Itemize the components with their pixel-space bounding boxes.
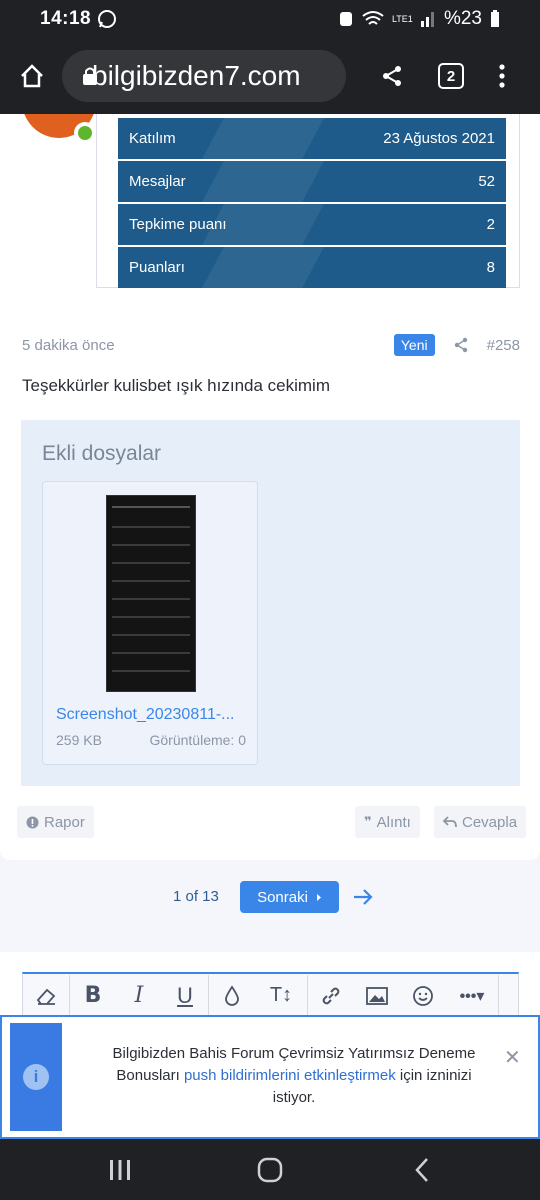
editor-toolbar: B I U T↕ •••▾ [22,972,519,1018]
signal-icon [420,12,434,27]
tab-count: 2 [446,67,456,85]
enable-push-link[interactable]: push bildirimlerini etkinleştirmek [184,1067,396,1084]
quote-button[interactable]: ❞ Alıntı [355,806,420,838]
online-status-icon [74,122,96,144]
post-number[interactable]: #258 [487,337,520,354]
push-notification-prompt: i Bilgibizden Bahis Forum Çevrimsiz Yatı… [0,1015,540,1139]
chevron-right-icon [316,893,321,901]
attachment-name[interactable]: Screenshot_20230811-... [56,706,246,724]
attachment-file[interactable]: Screenshot_20230811-... 259 KB Görüntüle… [42,481,258,765]
status-time: 14:18 [40,8,92,29]
network-label: LTE1 [391,13,413,24]
page-count[interactable]: 1 of 13 [173,888,219,905]
reply-button[interactable]: Cevapla [434,806,527,838]
stat-label: Mesajlar [129,173,186,190]
stat-value: 52 [478,173,495,190]
page-content: Katılım 23 Ağustos 2021 Mesajlar 52 Tepkim… [0,114,540,1138]
stat-row: Puanları 8 [118,247,506,288]
stat-row: Mesajlar 52 [118,161,506,202]
attachment-thumbnail[interactable] [106,495,196,692]
battery-icon [491,10,499,27]
stat-value: 23 Ağustos 2021 [383,130,495,147]
reply-label: Cevapla [462,813,518,831]
new-badge: Yeni [393,334,435,356]
stat-label: Tepkime puanı [129,216,227,233]
info-icon: i [23,1064,49,1090]
post-time[interactable]: 5 dakika önce [22,337,115,354]
bold-icon[interactable]: B [70,976,116,1016]
post-body: Teşekkürler kulisbet ışık hızında cekimi… [22,376,330,395]
report-icon [26,816,39,828]
report-label: Rapor [44,813,85,831]
tab-switcher-button[interactable]: 2 [438,63,464,89]
italic-icon[interactable]: I [116,976,162,1016]
whatsapp-icon [98,10,117,28]
underline-icon[interactable]: U [162,976,208,1016]
stat-value: 8 [486,259,495,276]
quote-icon: ❞ [364,814,372,829]
url-text: bilgibizden7.com [92,60,301,91]
attachments-block: Ekli dosyalar Screenshot_20230811-... 25… [21,420,520,786]
color-drop-icon[interactable] [209,976,255,1016]
attachment-views: Görüntüleme: 0 [149,732,247,748]
stat-row: Tepkime puanı 2 [118,204,506,245]
browser-toolbar: bilgibizden7.com 2 [0,38,540,114]
notification-side-panel: i [10,1023,62,1131]
next-page-label: Sonraki [257,888,308,906]
status-bar: 14:18 LTE1 %23 [0,0,540,38]
link-icon[interactable] [308,976,354,1016]
more-menu-icon[interactable] [494,62,510,90]
back-icon[interactable] [412,1157,432,1183]
post-actions: Rapor ❞ Alıntı Cevapla [0,806,540,838]
close-icon[interactable]: ✕ [504,1045,521,1070]
user-stats-table: Katılım 23 Ağustos 2021 Mesajlar 52 Tepkim… [118,118,506,290]
share-icon[interactable] [378,62,406,90]
post-card: Katılım 23 Ağustos 2021 Mesajlar 52 Tepkim… [0,114,540,860]
toolbar-divider [498,974,499,1017]
stat-label: Puanları [129,259,185,276]
wifi-icon [362,11,384,25]
more-options-icon[interactable]: •••▾ [446,976,498,1016]
next-page-button[interactable]: Sonraki [240,881,339,913]
emoji-icon[interactable] [400,976,446,1016]
notification-text: Bilgibizden Bahis Forum Çevrimsiz Yatırı… [94,1043,494,1109]
report-button[interactable]: Rapor [17,806,94,838]
eraser-icon[interactable] [23,976,69,1016]
stat-value: 2 [486,216,495,233]
battery-percent: %23 [443,8,482,29]
stat-row: Katılım 23 Ağustos 2021 [118,118,506,159]
quote-label: Alıntı [376,813,411,831]
pagination: 1 of 13 Sonraki [0,880,540,914]
alarm-icon [339,12,352,26]
post-meta: 5 dakika önce Yeni #258 [22,332,520,358]
recents-icon[interactable] [108,1158,132,1182]
home-icon[interactable] [16,60,48,92]
attachment-info: 259 KB Görüntüleme: 0 [56,732,246,748]
android-nav-bar [0,1139,540,1200]
stat-label: Katılım [129,130,176,147]
reply-icon [443,816,457,828]
font-size-icon[interactable]: T↕ [255,976,307,1016]
image-icon[interactable] [354,976,400,1016]
attachments-title: Ekli dosyalar [42,442,162,465]
address-bar[interactable]: bilgibizden7.com [62,50,346,102]
home-nav-icon[interactable] [257,1157,283,1183]
attachment-size: 259 KB [56,732,102,748]
arrow-right-icon[interactable] [352,886,374,908]
share-post-icon[interactable] [453,337,469,353]
